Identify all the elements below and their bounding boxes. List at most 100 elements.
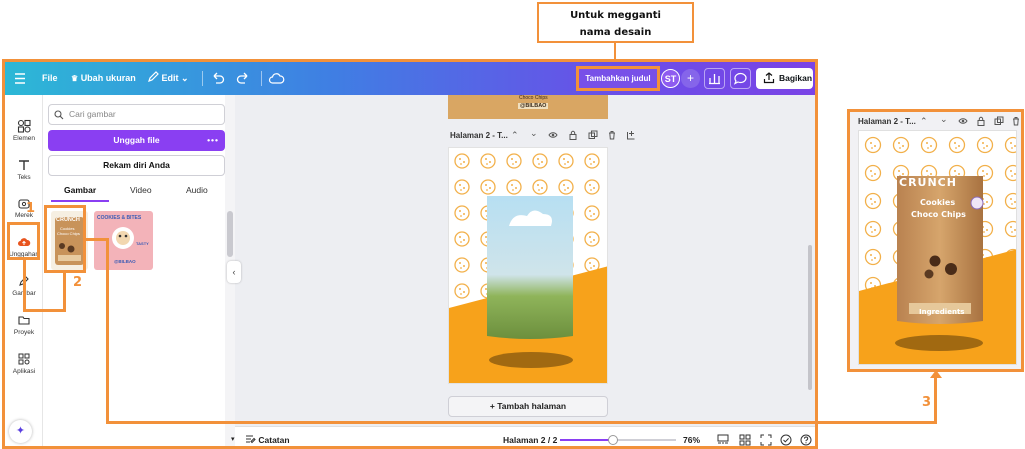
sparkle-icon: ✦ xyxy=(15,425,26,437)
page-title[interactable]: Halaman 2 - T... xyxy=(450,131,508,140)
check-circle-icon[interactable] xyxy=(780,434,792,446)
eye-icon[interactable] xyxy=(548,130,558,142)
upload-file-button[interactable]: Unggah file ••• xyxy=(48,130,225,151)
edit-menu[interactable]: Edit ⌄ xyxy=(148,62,189,95)
top-bar: File ♛ Ubah ukuran Edit ⌄ Tambahkan judu… xyxy=(5,62,815,95)
chevron-down-icon[interactable]: ⌄ xyxy=(530,128,538,139)
zoom-slider[interactable] xyxy=(560,435,676,445)
rail-label: Aplikasi xyxy=(12,368,36,375)
add-title-button[interactable]: Tambahkan judul xyxy=(576,66,660,91)
redo-icon[interactable] xyxy=(235,70,252,87)
duplicate-icon[interactable] xyxy=(588,130,598,142)
folder-icon xyxy=(18,316,30,325)
shapes-icon xyxy=(17,119,31,133)
prev-page-text: Choco Chips xyxy=(519,95,548,101)
lock-icon[interactable] xyxy=(568,130,578,142)
step-number-1: 1 xyxy=(26,201,36,216)
help-icon[interactable] xyxy=(800,434,812,446)
file-menu[interactable]: File xyxy=(42,62,58,95)
result-design-page: CRUNCH Cookies Choco Chips Ingredients xyxy=(858,130,1017,365)
crown-icon: ♛ xyxy=(71,74,79,83)
connector-3-up xyxy=(934,376,937,424)
apps-icon xyxy=(18,353,30,365)
add-collaborator-button[interactable]: + xyxy=(681,69,700,88)
previous-page-preview[interactable]: Choco Chips @BILBAO xyxy=(448,95,608,119)
share-label: Bagikan xyxy=(779,73,813,83)
resize-menu[interactable]: ♛ Ubah ukuran xyxy=(71,62,136,95)
thumb-sticker-tag: TASTY xyxy=(136,241,149,246)
chevron-down-icon[interactable]: ▾ xyxy=(231,427,235,446)
design-page[interactable] xyxy=(448,147,608,384)
chevron-up-icon[interactable]: ⌃ xyxy=(511,130,519,141)
result-line2: Choco Chips xyxy=(911,210,966,219)
result-preview-panel: Halaman 2 - T... ⌃ ⌄ CRUNCH Cookies Choc… xyxy=(847,109,1024,372)
page-indicator[interactable]: Halaman 2 / 2 xyxy=(503,427,557,446)
tab-video[interactable]: Video xyxy=(130,185,152,195)
rail-label: Proyek xyxy=(13,329,35,336)
eye-icon xyxy=(958,116,968,128)
magic-assistant-button[interactable]: ✦ xyxy=(9,420,32,443)
tab-active-indicator xyxy=(51,200,109,202)
collapse-panel-button[interactable]: ‹ xyxy=(227,261,241,283)
rail-item-text[interactable]: Teks xyxy=(5,158,43,181)
tab-images[interactable]: Gambar xyxy=(64,185,96,195)
notes-icon xyxy=(245,435,258,445)
search-input[interactable]: Cari gambar xyxy=(48,104,225,125)
thumbnails-icon[interactable] xyxy=(739,434,751,446)
comments-button[interactable] xyxy=(730,68,751,89)
duplicate-icon xyxy=(994,116,1004,128)
connector-3-down xyxy=(106,238,109,424)
rail-label: Teks xyxy=(17,174,31,181)
rail-item-projects[interactable]: Proyek xyxy=(5,313,43,336)
result-page-title: Halaman 2 - T... xyxy=(858,117,916,126)
search-icon xyxy=(54,110,64,122)
connector-1-right xyxy=(23,309,66,312)
lock-icon xyxy=(976,116,986,128)
fullscreen-icon[interactable] xyxy=(760,434,772,446)
thumb-sticker-text: COOKIES & BITES xyxy=(97,215,142,221)
comment-icon xyxy=(733,72,747,85)
chevron-down-icon: ⌄ xyxy=(181,73,189,83)
resize-label: Ubah ukuran xyxy=(80,73,136,83)
rail-label: Elemen xyxy=(12,135,36,142)
result-brand: CRUNCH xyxy=(899,176,957,189)
rail-item-brand[interactable]: Merek xyxy=(5,196,43,219)
rail-item-elements[interactable]: Elemen xyxy=(5,119,43,142)
thumb-sticker-brand: @BILBAO xyxy=(114,259,136,264)
result-line1: Cookies xyxy=(920,198,956,207)
notes-label: Catatan xyxy=(258,435,290,445)
canvas-scrollbar[interactable] xyxy=(808,245,812,390)
zoom-slider-handle[interactable] xyxy=(608,435,619,445)
connector-3-start xyxy=(86,238,108,241)
rail-item-apps[interactable]: Aplikasi xyxy=(5,352,43,375)
add-page-icon[interactable] xyxy=(626,130,636,142)
trash-icon[interactable] xyxy=(607,130,617,142)
prev-page-handle: @BILBAO xyxy=(518,103,549,109)
text-icon xyxy=(19,160,29,170)
zoom-level[interactable]: 76% xyxy=(683,427,700,446)
avatar[interactable]: ST xyxy=(661,69,680,88)
notes-button[interactable]: Catatan xyxy=(245,427,290,446)
share-button[interactable]: Bagikan xyxy=(756,68,813,89)
record-yourself-button[interactable]: Rekam diri Anda xyxy=(48,155,225,176)
edit-label: Edit xyxy=(161,73,179,83)
connector-2-up xyxy=(63,273,66,312)
cloud-saved-icon[interactable] xyxy=(268,70,285,87)
editor-window: File ♛ Ubah ukuran Edit ⌄ Tambahkan judu… xyxy=(2,59,818,449)
divider xyxy=(202,71,203,86)
undo-icon[interactable] xyxy=(210,70,227,87)
chevron-left-icon: ‹ xyxy=(232,267,236,277)
pen-icon xyxy=(148,71,162,83)
hamburger-icon[interactable] xyxy=(13,70,30,87)
upload-file-label: Unggah file xyxy=(113,135,160,145)
grid-view-icon[interactable] xyxy=(717,434,729,446)
chevron-up-icon: ⌃ xyxy=(920,116,928,126)
analytics-button[interactable] xyxy=(704,68,725,89)
step-number-2: 2 xyxy=(73,275,83,290)
tab-audio[interactable]: Audio xyxy=(186,185,208,195)
step-number-3: 3 xyxy=(922,395,932,410)
trash-icon xyxy=(1011,116,1021,128)
highlight-thumbnail xyxy=(44,205,86,273)
panel-scroll-thumb[interactable] xyxy=(227,211,233,257)
add-page-button[interactable]: + Tambah halaman xyxy=(448,396,608,417)
